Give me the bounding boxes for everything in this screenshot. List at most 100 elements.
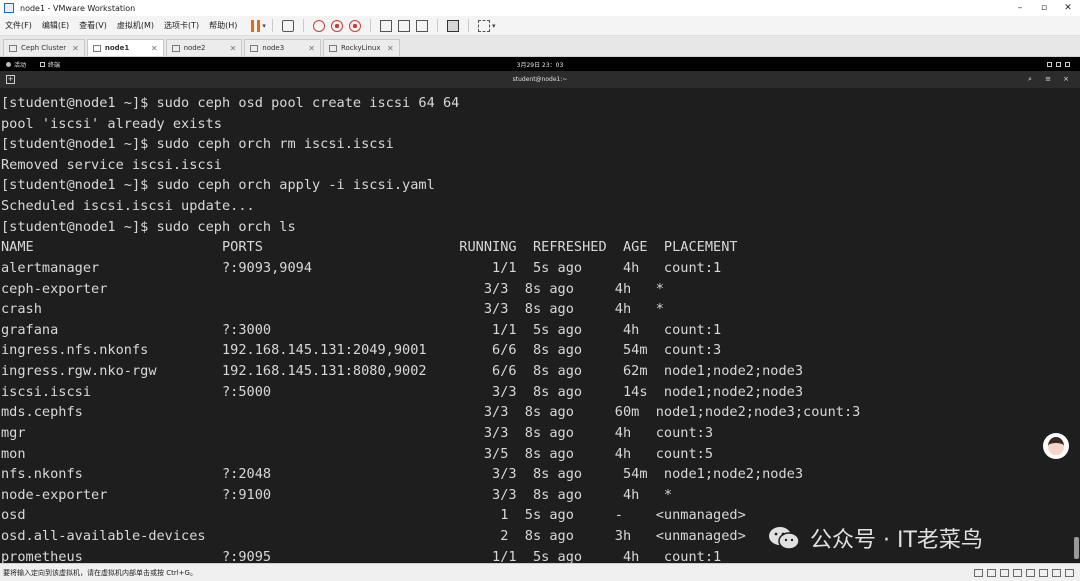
menu-tabs[interactable]: 选项卡(T) <box>159 20 204 31</box>
thumbnail-icon[interactable] <box>397 19 410 32</box>
terminal-scrollbar[interactable] <box>1073 88 1080 563</box>
vm-tab-bar: Ceph Cluster ✕ node1 ✕ node2 ✕ node3 ✕ R… <box>0 36 1080 57</box>
vmware-app-icon <box>4 3 14 13</box>
fullscreen-icon[interactable] <box>477 19 490 32</box>
close-icon[interactable]: ✕ <box>72 44 79 53</box>
sound-icon[interactable] <box>1026 568 1035 577</box>
scrollbar-thumb[interactable] <box>1074 537 1079 559</box>
cd-drive-icon[interactable] <box>987 568 996 577</box>
terminal-title: student@node1:~ <box>512 76 568 83</box>
snapshot-history-icon[interactable] <box>312 19 325 32</box>
send-ctrl-alt-del-icon[interactable] <box>281 19 294 32</box>
close-icon[interactable]: ✕ <box>308 44 315 53</box>
hamburger-menu-icon[interactable]: ≡ <box>1042 75 1054 84</box>
single-window-icon[interactable] <box>415 19 428 32</box>
window-controls: – ▫ ✕ <box>1008 3 1080 13</box>
printer-icon[interactable] <box>1052 568 1061 577</box>
network-adapter-icon[interactable] <box>1000 568 1009 577</box>
terminal-line: [student@node1 ~]$ sudo ceph orch ls <box>1 219 296 235</box>
table-row: osd 1 5s ago - <unmanaged> <box>1 507 746 523</box>
guest-clock: 3月29日 23：03 <box>516 61 564 69</box>
app-menu-terminal[interactable]: 终端 <box>40 60 60 69</box>
network-icon <box>1047 61 1052 67</box>
terminal-controls: ⌕ ≡ × <box>1018 75 1072 84</box>
minimize-icon[interactable]: – <box>1008 3 1032 13</box>
watermark-text: 公众号 · IT老菜鸟 <box>810 528 983 553</box>
table-row: ingress.rgw.nko-rgw 192.168.145.131:8080… <box>1 363 804 379</box>
message-icon[interactable] <box>1065 568 1074 577</box>
library-icon[interactable] <box>379 19 392 32</box>
table-row: nfs.nkonfs ?:2048 3/3 8s ago 54m node1;n… <box>1 466 804 482</box>
menu-view[interactable]: 查看(V) <box>74 20 112 31</box>
avatar <box>1043 433 1069 459</box>
display-icon[interactable] <box>1039 568 1048 577</box>
toolbar-separator <box>369 19 371 32</box>
vm-icon <box>171 44 180 52</box>
avatar-face-icon <box>1048 437 1064 455</box>
table-row: node-exporter ?:9100 3/3 8s ago 4h * <box>1 487 673 503</box>
tab-label: Ceph Cluster <box>21 44 67 52</box>
terminal-line: pool 'iscsi' already exists <box>1 116 222 132</box>
search-icon[interactable]: ⌕ <box>1024 75 1036 84</box>
close-icon[interactable]: × <box>1060 75 1072 84</box>
table-row: alertmanager ?:9093,9094 1/1 5s ago 4h c… <box>1 260 722 276</box>
terminal-output[interactable]: [student@node1 ~]$ sudo ceph osd pool cr… <box>0 88 1072 563</box>
toolbar: ▾ ▾ <box>248 19 495 32</box>
status-bar: 要将输入定向到该虚拟机，请在虚拟机内部单击或按 Ctrl+G。 <box>0 563 1080 581</box>
tab-node1[interactable]: node1 ✕ <box>86 39 164 56</box>
window-title: node1 - VMware Workstation <box>20 3 136 13</box>
toolbar-separator <box>436 19 438 32</box>
close-icon[interactable]: ✕ <box>387 44 394 53</box>
table-row: crash 3/3 8s ago 4h * <box>1 301 664 317</box>
console-view-icon[interactable] <box>446 19 459 32</box>
activities-label: 活动 <box>14 61 27 69</box>
usb-icon[interactable] <box>1013 568 1022 577</box>
terminal-line: [student@node1 ~]$ sudo ceph osd pool cr… <box>1 95 460 111</box>
tab-label: RockyLinux <box>340 44 381 52</box>
pause-icon[interactable] <box>251 19 261 32</box>
tab-label: node3 <box>262 44 285 52</box>
table-row: mds.cephfs 3/3 8s ago 60m node1;node2;no… <box>1 404 861 420</box>
toolbar-separator <box>467 19 469 32</box>
activities-button[interactable]: 活动 <box>6 60 26 69</box>
menu-bar: 文件(F) 编辑(E) 查看(V) 虚拟机(M) 选项卡(T) 帮助(H) ▾ … <box>0 16 1080 36</box>
tab-rockylinux[interactable]: RockyLinux ✕ <box>322 39 400 56</box>
chevron-down-icon[interactable]: ▾ <box>492 22 496 30</box>
close-icon[interactable]: ✕ <box>1056 3 1080 13</box>
chevron-down-icon[interactable]: ▾ <box>262 22 266 30</box>
tab-label: node2 <box>183 44 206 52</box>
menu-file[interactable]: 文件(F) <box>0 20 37 31</box>
terminal-line: Removed service iscsi.iscsi <box>1 157 222 173</box>
menu-help[interactable]: 帮助(H) <box>204 20 242 31</box>
terminal-icon <box>40 61 46 67</box>
take-snapshot-icon[interactable] <box>330 19 343 32</box>
volume-icon <box>1056 61 1061 67</box>
system-tray[interactable] <box>1043 61 1070 67</box>
table-row: grafana ?:3000 1/1 5s ago 4h count:1 <box>1 322 722 338</box>
table-row: ceph-exporter 3/3 8s ago 4h * <box>1 281 664 297</box>
close-icon[interactable]: ✕ <box>151 44 158 53</box>
vm-icon <box>250 44 259 52</box>
table-header: NAME PORTS RUNNING REFRESHED AGE PLACEME… <box>1 239 738 255</box>
app-menu-label: 终端 <box>48 61 61 69</box>
terminal-header-bar: + student@node1:~ ⌕ ≡ × <box>0 71 1080 88</box>
table-row: osd.all-available-devices 2 8s ago 3h <u… <box>1 528 746 544</box>
menu-vm[interactable]: 虚拟机(M) <box>112 20 159 31</box>
tab-node2[interactable]: node2 ✕ <box>165 39 243 56</box>
tab-ceph-cluster[interactable]: Ceph Cluster ✕ <box>3 39 85 56</box>
close-icon[interactable]: ✕ <box>230 44 237 53</box>
terminal-line: Scheduled iscsi.iscsi update... <box>1 198 255 214</box>
tab-node3[interactable]: node3 ✕ <box>244 39 321 56</box>
table-row: mon 3/5 8s ago 4h count:5 <box>1 446 714 462</box>
watermark: 公众号 · IT老菜鸟 <box>768 522 983 554</box>
device-icons <box>970 568 1074 577</box>
hard-disk-icon[interactable] <box>974 568 983 577</box>
toolbar-separator <box>271 19 273 32</box>
maximize-icon[interactable]: ▫ <box>1032 3 1056 13</box>
table-row: prometheus ?:9095 1/1 5s ago 4h count:1 <box>1 549 722 563</box>
activities-icon <box>6 61 11 67</box>
menu-edit[interactable]: 编辑(E) <box>37 20 74 31</box>
window-title-bar: node1 - VMware Workstation – ▫ ✕ <box>0 0 1080 16</box>
vm-icon <box>92 44 101 52</box>
snapshot-manager-icon[interactable] <box>348 19 361 32</box>
